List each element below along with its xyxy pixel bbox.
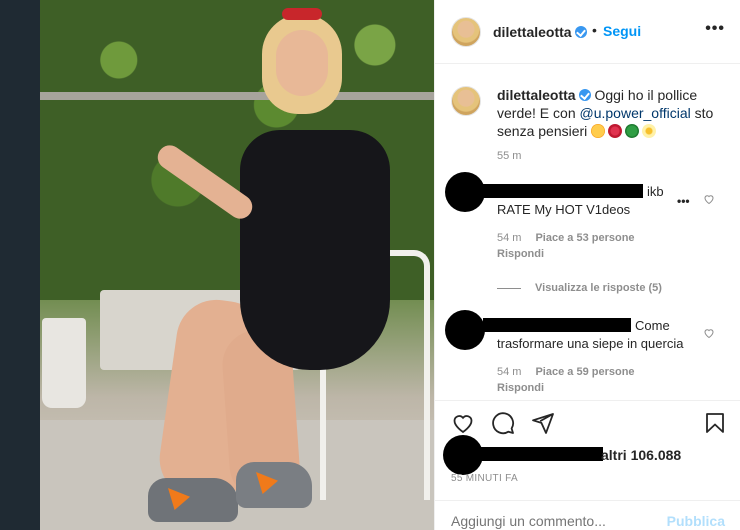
redacted-username (483, 318, 631, 332)
photo-face (276, 30, 328, 96)
photo-shoe (236, 462, 312, 508)
likes-count-link[interactable]: altri 106.088 (601, 447, 681, 463)
comment-timestamp[interactable]: 54 m (497, 232, 521, 244)
comment-timestamp[interactable]: 54 m (497, 366, 521, 378)
comment-bubble-icon[interactable] (491, 411, 515, 435)
follow-button[interactable]: Segui (603, 23, 641, 39)
header-username[interactable]: dilettaleotta (493, 24, 572, 40)
caption-text: dilettaleotta Oggi ho il pollice verde! … (497, 86, 733, 140)
caption-username[interactable]: dilettaleotta (497, 87, 576, 103)
divider-line (497, 287, 521, 289)
blossom-emoji-icon (642, 124, 657, 138)
post-photo[interactable] (0, 0, 434, 530)
add-comment-input[interactable] (451, 513, 651, 529)
comment-likes-link[interactable]: Piace a 59 persone (535, 366, 634, 378)
redacted-avatar (445, 310, 485, 350)
post-actions: altri 106.088 55 MINUTI FA (435, 400, 740, 516)
add-comment-bar: Pubblica (435, 500, 740, 530)
photo-pot (42, 318, 86, 408)
redacted-avatar (445, 172, 485, 212)
separator-dot: • (592, 22, 597, 38)
hibiscus-emoji-icon (608, 124, 623, 138)
comment-text-tail: ikb (647, 184, 664, 199)
comment-meta: 54 m Piace a 59 persone (497, 366, 635, 378)
view-replies-button[interactable]: Visualizza le risposte (5) (497, 282, 662, 294)
share-paper-plane-icon[interactable] (531, 411, 555, 435)
photo-wall (0, 0, 40, 530)
more-options-button[interactable]: ••• (705, 20, 725, 38)
avatar[interactable] (451, 17, 481, 47)
post-timestamp[interactable]: 55 MINUTI FA (451, 473, 518, 484)
heart-icon[interactable] (703, 193, 715, 205)
caption-timestamp[interactable]: 55 m (497, 150, 521, 162)
reply-button[interactable]: Rispondi (497, 382, 544, 394)
view-replies-label: Visualizza le risposte (5) (535, 282, 662, 294)
photo-dress (240, 130, 390, 370)
photo-headband (282, 8, 322, 20)
bookmark-save-icon[interactable] (703, 411, 727, 435)
photo-rail (40, 92, 434, 100)
photo-shoe (148, 478, 238, 522)
redacted-username (483, 184, 643, 198)
reply-button[interactable]: Rispondi (497, 248, 544, 260)
relieved-face-emoji-icon (591, 124, 606, 138)
redacted-avatar (443, 435, 483, 475)
four-leaf-clover-emoji-icon (625, 124, 640, 138)
comment-meta: 54 m Piace a 53 persone (497, 232, 635, 244)
redacted-likers (481, 447, 603, 461)
post-sidebar: dilettaleotta • Segui ••• dilettaleotta … (434, 0, 740, 530)
publish-button[interactable]: Pubblica (667, 513, 725, 529)
caption-mention-link[interactable]: @u.power_official (580, 105, 691, 121)
heart-icon[interactable] (703, 327, 715, 339)
verified-badge-icon (578, 89, 591, 101)
like-heart-icon[interactable] (451, 411, 475, 435)
likes-row: altri 106.088 (435, 435, 740, 475)
post-header: dilettaleotta • Segui ••• (435, 0, 740, 64)
comment-more-button[interactable]: ••• (677, 194, 690, 208)
comment-likes-link[interactable]: Piace a 53 persone (535, 232, 634, 244)
comment-text: RATE My HOT V1deos (497, 202, 631, 217)
caption-avatar[interactable] (451, 86, 481, 116)
comment-text-tail: Come (635, 318, 670, 333)
verified-badge-icon (575, 26, 587, 38)
comment-text: trasformare una siepe in quercia (497, 336, 684, 351)
